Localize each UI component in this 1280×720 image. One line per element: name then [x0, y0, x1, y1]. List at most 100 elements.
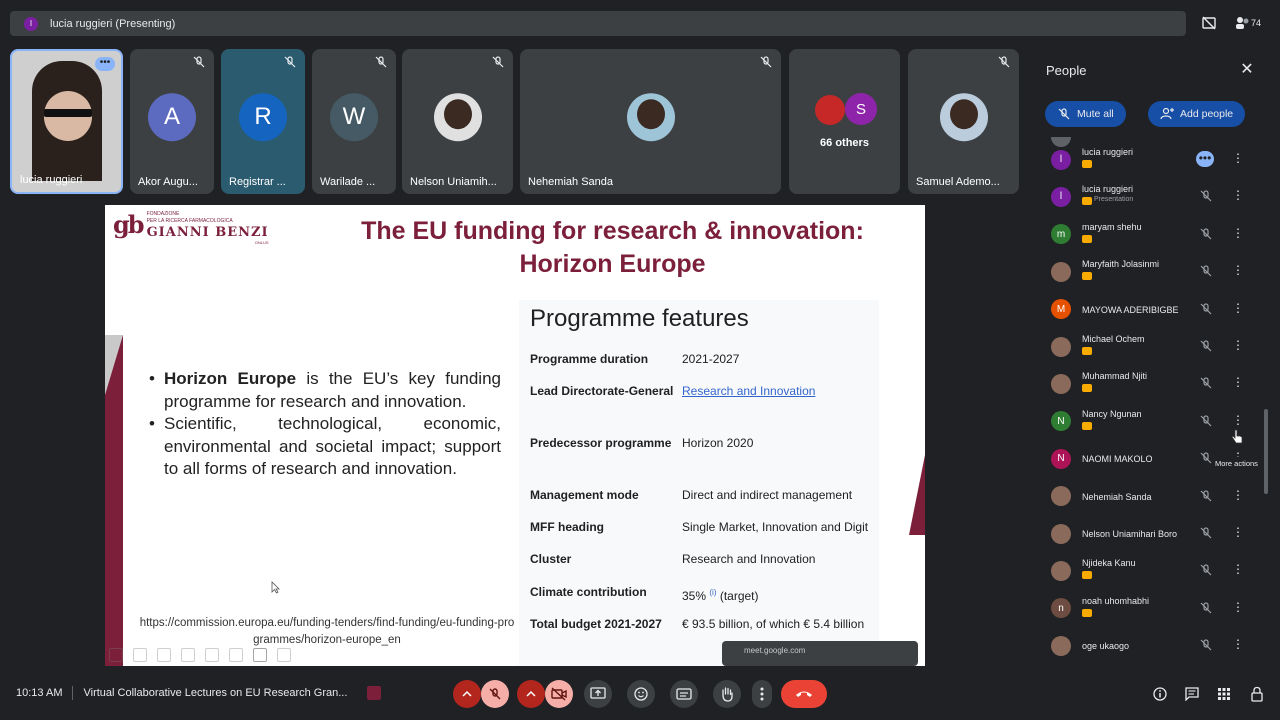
- presenter-avatar: l: [24, 16, 38, 31]
- captions-button[interactable]: [670, 680, 698, 708]
- tile-name: lucia ruggieri: [20, 174, 83, 186]
- reactions-button[interactable]: [627, 680, 655, 708]
- browser-share-popup[interactable]: meet.google.com: [722, 641, 918, 666]
- participant-row[interactable]: m maryam shehu ⋮: [1030, 216, 1270, 253]
- mute-all-button[interactable]: Mute all: [1045, 101, 1126, 127]
- others-count: 66 others: [820, 137, 869, 149]
- avatar: N: [1051, 411, 1071, 432]
- slide-next-icon[interactable]: [277, 648, 291, 662]
- avatar-photo: [1051, 261, 1071, 282]
- mic-off-icon[interactable]: [1199, 302, 1213, 316]
- add-people-button[interactable]: Add people: [1148, 101, 1246, 127]
- avatar-photo: [433, 92, 482, 141]
- participant-row[interactable]: Muhammad Njiti ⋮: [1030, 365, 1270, 402]
- raise-hand-button[interactable]: [713, 680, 741, 708]
- participants-icon[interactable]: 74: [1230, 12, 1266, 34]
- participant-row[interactable]: l lucia ruggieri ••• ⋮: [1030, 141, 1270, 178]
- camera-toggle-button[interactable]: [545, 680, 573, 708]
- mic-off-icon[interactable]: [1199, 264, 1213, 278]
- slide-zoom-icon[interactable]: [205, 648, 219, 662]
- mic-off-icon[interactable]: [1199, 227, 1213, 241]
- more-actions-icon[interactable]: ⋮: [1232, 263, 1244, 279]
- more-actions-icon[interactable]: ⋮: [1232, 600, 1244, 616]
- participant-name: Nehemiah Sanda: [1082, 491, 1152, 502]
- avatar: l: [1051, 149, 1071, 170]
- tile-others[interactable]: S 66 others: [789, 49, 900, 194]
- participant-row[interactable]: n noah uhomhabhi ⋮: [1030, 590, 1270, 627]
- participant-row[interactable]: oge ukaogo ⋮: [1030, 627, 1270, 664]
- more-actions-icon[interactable]: ⋮: [1232, 301, 1244, 317]
- participant-row[interactable]: M MAYOWA ADERIBIGBE ⋮: [1030, 291, 1270, 328]
- feature-value: Single Market, Innovation and Digit: [682, 520, 869, 534]
- feature-value: Horizon 2020: [682, 436, 754, 450]
- tile-warilade[interactable]: W Warilade ...: [312, 49, 396, 194]
- host-controls-icon[interactable]: [1248, 685, 1266, 703]
- participant-row[interactable]: Njideka Kanu ⋮: [1030, 552, 1270, 589]
- more-actions-icon[interactable]: ⋮: [1232, 151, 1244, 167]
- meeting-details-icon[interactable]: [1151, 685, 1169, 703]
- mic-off-icon[interactable]: [1199, 638, 1213, 652]
- tile-nelson[interactable]: Nelson Uniamih...: [402, 49, 513, 194]
- source-url: https://commission.europa.eu/funding-ten…: [139, 617, 515, 646]
- tile-options-icon[interactable]: •••: [95, 57, 115, 71]
- present-button[interactable]: [584, 680, 612, 708]
- slide-tool-icon[interactable]: [157, 648, 171, 662]
- tile-samuel[interactable]: Samuel Ademo...: [908, 49, 1019, 194]
- slide-tool-icon[interactable]: [229, 648, 243, 662]
- more-actions-icon[interactable]: ⋮: [1232, 188, 1244, 204]
- more-actions-icon[interactable]: ⋮: [1232, 226, 1244, 242]
- more-vertical-icon: [760, 687, 764, 701]
- more-actions-icon[interactable]: ⋮: [1232, 488, 1244, 504]
- audio-options-button[interactable]: [453, 680, 481, 708]
- mic-off-icon[interactable]: [1199, 189, 1213, 203]
- more-actions-icon[interactable]: ⋮: [1232, 562, 1244, 578]
- participant-name: lucia ruggieri: [1082, 184, 1134, 195]
- more-actions-icon[interactable]: ⋮: [1232, 413, 1244, 429]
- feature-value-link[interactable]: Research and Innovation: [682, 382, 875, 401]
- avatar: R: [239, 92, 287, 141]
- mic-off-icon[interactable]: [1199, 414, 1213, 428]
- slide-tool-icon[interactable]: [181, 648, 195, 662]
- mic-off-icon[interactable]: [1199, 489, 1213, 503]
- avatar: A: [148, 92, 196, 141]
- activities-icon[interactable]: [1215, 685, 1233, 703]
- logo-mark: gb: [113, 210, 145, 239]
- tile-registrar[interactable]: R Registrar ...: [221, 49, 305, 194]
- more-actions-icon[interactable]: ⋮: [1232, 637, 1244, 653]
- more-actions-icon[interactable]: ⋮: [1232, 525, 1244, 541]
- avatar: W: [330, 92, 378, 141]
- present-stop-icon[interactable]: [1198, 12, 1220, 34]
- more-actions-icon[interactable]: ⋮: [1232, 338, 1244, 354]
- features-title: Programme features: [530, 305, 749, 332]
- participant-row[interactable]: l lucia ruggieri Presentation ⋮: [1030, 178, 1270, 215]
- video-options-button[interactable]: [517, 680, 545, 708]
- camera-off-icon: [551, 687, 567, 701]
- mic-off-icon[interactable]: [1199, 339, 1213, 353]
- close-icon[interactable]: ✕: [1238, 61, 1256, 79]
- participant-row[interactable]: Nehemiah Sanda ⋮: [1030, 478, 1270, 515]
- more-options-button[interactable]: [752, 680, 772, 708]
- people-scrollbar[interactable]: [1264, 409, 1268, 494]
- mic-off-icon[interactable]: [1199, 376, 1213, 390]
- slide-tool-icon[interactable]: [253, 648, 267, 662]
- tile-akor[interactable]: A Akor Augu...: [130, 49, 214, 194]
- chat-icon[interactable]: [1183, 685, 1201, 703]
- avatar-photo: [939, 92, 988, 141]
- more-actions-icon[interactable]: ⋮: [1232, 375, 1244, 391]
- leave-call-button[interactable]: [781, 680, 827, 708]
- slide-tool-icon[interactable]: [133, 648, 147, 662]
- people-panel: People ✕ Mute all Add people l lucia rugg…: [1030, 49, 1270, 668]
- emoji-icon: [634, 687, 648, 701]
- microphone-toggle-button[interactable]: [481, 680, 509, 708]
- mic-off-icon[interactable]: [1199, 563, 1213, 577]
- participant-row[interactable]: Nelson Uniamihari Boro ⋮: [1030, 515, 1270, 552]
- participant-row[interactable]: Michael Ochem ⋮: [1030, 328, 1270, 365]
- tile-nehemiah[interactable]: Nehemiah Sanda: [520, 49, 781, 194]
- tile-self[interactable]: ••• lucia ruggieri: [10, 49, 123, 194]
- mic-off-icon[interactable]: [1199, 601, 1213, 615]
- participant-row[interactable]: Maryfaith Jolasinmi ⋮: [1030, 253, 1270, 290]
- slide-prev-icon[interactable]: [109, 648, 123, 662]
- mic-off-icon[interactable]: [1199, 526, 1213, 540]
- avatar: M: [1051, 299, 1071, 320]
- mic-off-icon[interactable]: [1199, 451, 1213, 465]
